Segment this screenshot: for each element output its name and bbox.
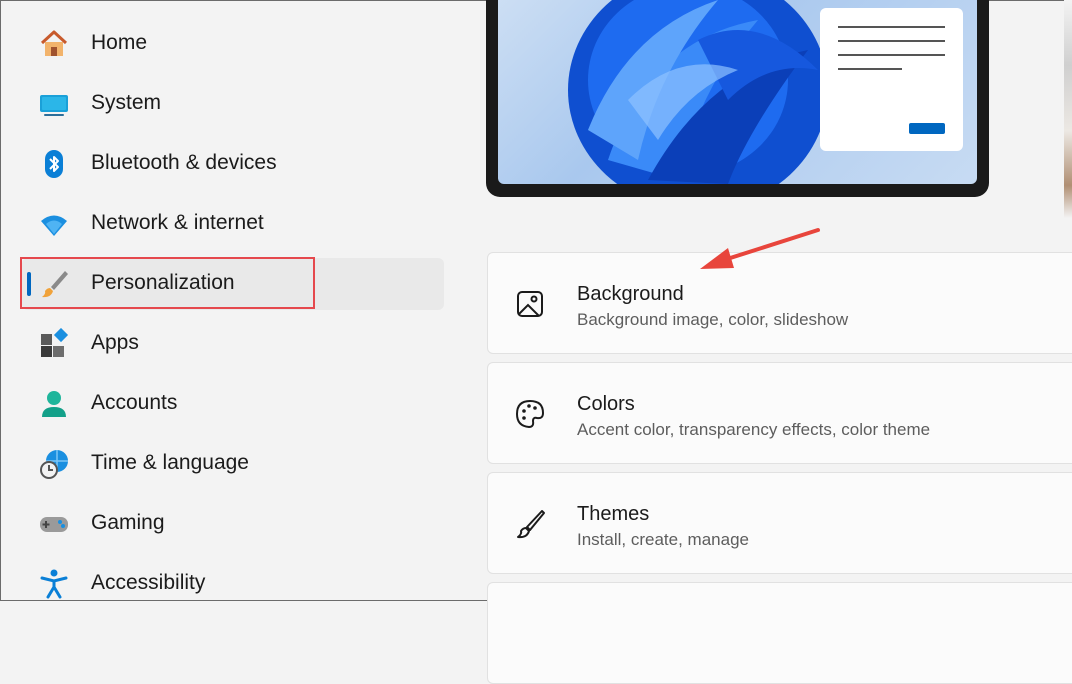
gaming-icon — [40, 517, 68, 532]
apps-icon — [41, 328, 69, 357]
sample-window-preview — [820, 8, 963, 151]
card-title: Colors — [577, 393, 635, 415]
sidebar-item-system[interactable]: System — [22, 78, 444, 130]
sidebar-item-label: Accessibility — [91, 571, 206, 594]
sidebar-item-network-internet[interactable]: Network & internet — [22, 198, 444, 250]
palette-icon — [515, 399, 545, 429]
sidebar-item-accessibility[interactable]: Accessibility — [22, 558, 444, 610]
sidebar-item-gaming[interactable]: Gaming — [22, 498, 444, 550]
image-icon — [517, 291, 543, 317]
sidebar-item-label: System — [91, 91, 162, 114]
wallpaper-preview — [498, 0, 977, 184]
accounts-icon — [42, 391, 66, 417]
themes-setting-card[interactable]: Themes Install, create, manage — [487, 472, 1072, 574]
sidebar-item-accounts[interactable]: Accounts — [22, 378, 444, 430]
sidebar-item-label: Apps — [91, 331, 139, 354]
card-title: Background — [577, 283, 684, 305]
sidebar-item-home[interactable]: Home — [22, 18, 444, 70]
desktop-preview — [486, 0, 989, 197]
sidebar-item-label: Bluetooth & devices — [91, 151, 277, 174]
sample-button-preview — [909, 123, 945, 134]
network-icon — [41, 215, 67, 236]
bluetooth-icon — [45, 150, 63, 178]
time-language-icon — [40, 450, 68, 479]
home-icon — [40, 30, 68, 56]
annotation-highlight-box — [20, 257, 315, 309]
sidebar-item-label: Home — [91, 31, 148, 54]
annotation-arrow-icon — [700, 228, 820, 269]
sidebar-item-time-language[interactable]: Time & language — [22, 438, 444, 490]
card-title: Themes — [577, 503, 650, 525]
accessibility-icon — [40, 569, 68, 599]
sidebar-item-label: Time & language — [91, 451, 249, 474]
sidebar-item-label: Gaming — [91, 511, 165, 534]
card-description: Accent color, transparency effects, colo… — [577, 420, 931, 439]
sidebar-item-apps[interactable]: Apps — [22, 318, 444, 370]
system-icon — [40, 95, 68, 116]
card-description: Install, create, manage — [577, 530, 749, 549]
colors-setting-card[interactable]: Colors Accent color, transparency effect… — [487, 362, 1072, 464]
next-setting-card-partial[interactable] — [487, 582, 1072, 684]
sidebar-item-label: Accounts — [91, 391, 178, 414]
sidebar-item-bluetooth-devices[interactable]: Bluetooth & devices — [22, 138, 444, 190]
sidebar-item-label: Network & internet — [91, 211, 264, 234]
theme-thumbnail-partial — [1064, 0, 1072, 218]
sidebar-nav: Home System Bluetooth & devices Network … — [0, 0, 450, 603]
card-description: Background image, color, slideshow — [577, 310, 849, 329]
brush-icon — [517, 510, 545, 539]
